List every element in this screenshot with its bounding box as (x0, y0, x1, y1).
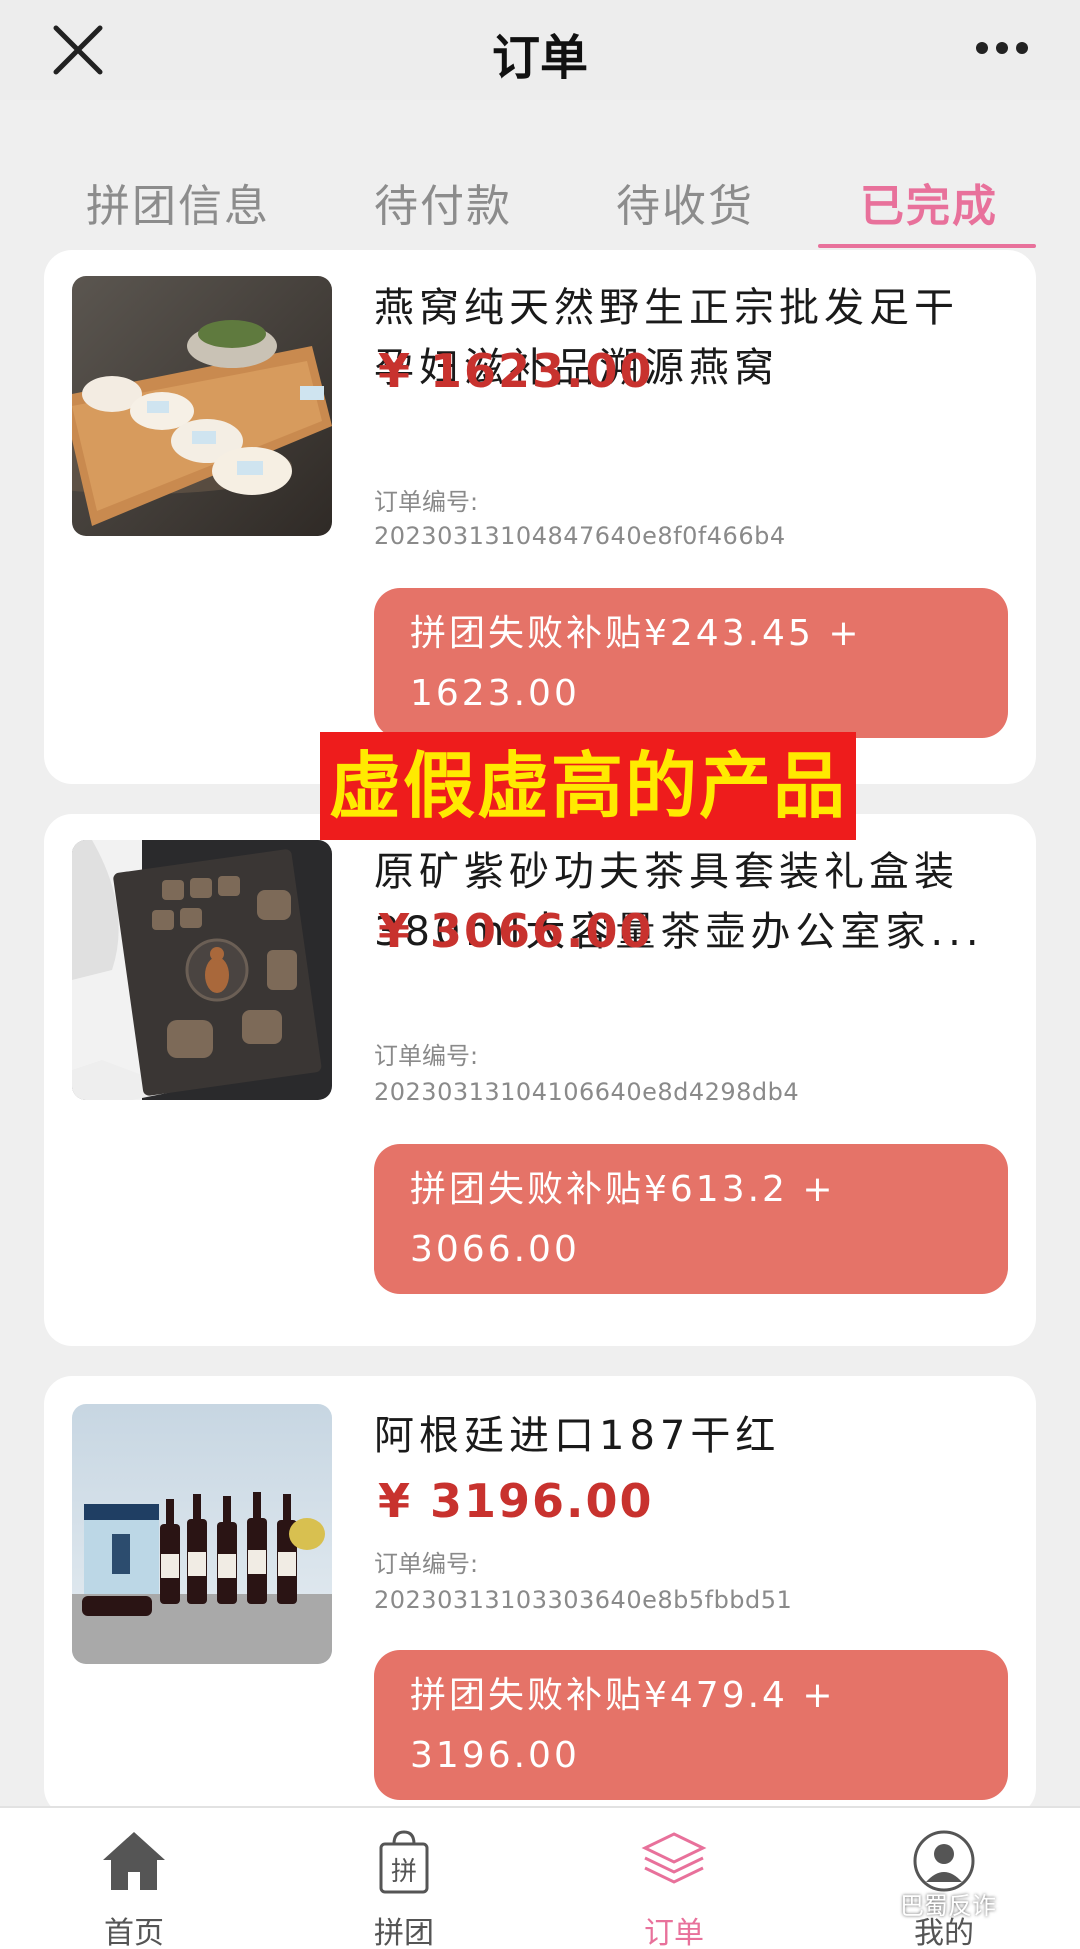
tab-completed[interactable]: 已完成 (860, 170, 998, 234)
subsidy-amount: 拼团失败补贴¥479.4 + (410, 1675, 836, 1716)
nav-item-profile[interactable]: 我的 (874, 1808, 1014, 1949)
product-price: ¥ 1623.00 (378, 344, 654, 398)
warning-overlay-banner: 虚假虚高的产品 (320, 732, 856, 840)
nav-item-group-buy[interactable]: 拼 拼团 (334, 1808, 474, 1949)
group-fail-subsidy-button[interactable]: 拼团失败补贴¥479.4 + 3196.00 (374, 1650, 1008, 1800)
active-tab-indicator (818, 244, 1036, 248)
subsidy-amount: 拼团失败补贴¥243.45 + (410, 613, 862, 654)
order-number-label: 订单编号: (374, 488, 479, 516)
product-name[interactable]: 阿根廷进口187干红 (374, 1406, 994, 1466)
subsidy-principal: 3196.00 (410, 1735, 580, 1776)
order-number: 20230313104106640e8d4298db4 (374, 1078, 800, 1106)
source-watermark: 巴蜀反诈 (900, 1892, 996, 1920)
more-options-icon[interactable] (972, 28, 1032, 68)
subsidy-amount: 拼团失败补贴¥613.2 + (410, 1169, 836, 1210)
order-status-tabs: 拼团信息 待付款 待收货 已完成 (0, 150, 1080, 250)
tab-pending-receipt[interactable]: 待收货 (616, 170, 754, 234)
home-icon (103, 1832, 165, 1890)
profile-icon (913, 1830, 975, 1892)
nav-label: 拼团 (374, 1916, 434, 1949)
nav-item-orders[interactable]: 订单 (604, 1808, 744, 1949)
order-number: 20230313103303640e8b5fbbd51 (374, 1586, 793, 1614)
bottom-navigation: 首页 拼 拼团 订单 我的 (0, 1806, 1080, 1949)
order-card[interactable]: 阿根廷进口187干红 ¥ 3196.00 订单编号: 2023031310330… (44, 1376, 1036, 1816)
nav-label: 订单 (644, 1916, 704, 1949)
order-number-label: 订单编号: (374, 1550, 479, 1578)
tab-group-info[interactable]: 拼团信息 (86, 170, 270, 234)
subsidy-principal: 1623.00 (410, 673, 580, 714)
subsidy-principal: 3066.00 (410, 1229, 580, 1270)
orders-stack-icon (641, 1832, 707, 1884)
order-number: 20230313104847640e8f0f466b4 (374, 522, 786, 550)
group-buy-bag-icon: 拼 (379, 1830, 429, 1894)
group-fail-subsidy-button[interactable]: 拼团失败补贴¥613.2 + 3066.00 (374, 1144, 1008, 1294)
tab-pending-payment[interactable]: 待付款 (374, 170, 512, 234)
group-fail-subsidy-button[interactable]: 拼团失败补贴¥243.45 + 1623.00 (374, 588, 1008, 738)
nav-label: 首页 (104, 1916, 164, 1949)
order-card[interactable]: 原矿紫砂功夫茶具套装礼盒装380ml大容量茶壶办公室家... ¥ 3066.00… (44, 814, 1036, 1346)
product-price: ¥ 3196.00 (378, 1474, 654, 1528)
svg-text:拼: 拼 (391, 1857, 417, 1887)
product-price: ¥ 3066.00 (378, 904, 654, 958)
nav-item-home[interactable]: 首页 (64, 1808, 204, 1949)
top-bar: 订单 (0, 0, 1080, 100)
order-number-label: 订单编号: (374, 1042, 479, 1070)
page-title: 订单 (491, 30, 588, 86)
product-image-tea-set[interactable] (72, 840, 332, 1100)
order-card[interactable]: 燕窝纯天然野生正宗批发足干孕妇滋补品溯源燕窝 ¥ 1623.00 订单编号: 2… (44, 250, 1036, 784)
product-image-red-wine[interactable] (72, 1404, 332, 1664)
product-image-birds-nest[interactable] (72, 276, 332, 536)
